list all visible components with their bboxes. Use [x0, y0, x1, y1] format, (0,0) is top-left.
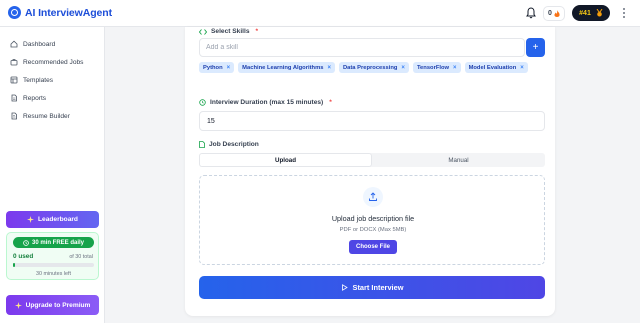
skill-tag: TensorFlow × — [412, 62, 461, 73]
add-skill-button[interactable]: + — [526, 38, 545, 57]
sparkle-icon — [27, 216, 35, 223]
skill-input[interactable] — [199, 38, 525, 57]
upload-title: Upload job description file — [331, 214, 415, 223]
resume-icon — [11, 112, 17, 120]
skill-tag: Machine Learning Algorithms × — [238, 62, 335, 73]
duration-label: Interview Duration (max 15 minutes) — [210, 99, 324, 106]
duration-input[interactable] — [199, 111, 545, 131]
sidebar-nav: Dashboard Recommended Jobs Templates Rep… — [0, 35, 105, 125]
skill-tag-label: Model Evaluation — [468, 64, 517, 71]
start-interview-label: Start Interview — [352, 283, 404, 292]
code-icon — [199, 28, 207, 35]
sidebar-item-label: Templates — [23, 76, 54, 84]
usage-panel: 30 min FREE daily 0 used of 30 total 30 … — [6, 232, 99, 280]
leaderboard-button[interactable]: Leaderboard — [6, 211, 99, 228]
sidebar-item-reports[interactable]: Reports — [0, 89, 105, 107]
tab-manual[interactable]: Manual — [372, 153, 545, 167]
free-daily-label: 30 min FREE daily — [31, 239, 85, 246]
start-interview-button[interactable]: Start Interview — [199, 276, 545, 299]
streak-count: 0 — [548, 10, 552, 17]
sidebar-item-label: Reports — [23, 94, 47, 102]
sidebar-item-resume-builder[interactable]: Resume Builder — [0, 107, 105, 125]
sidebar-item-label: Recommended Jobs — [23, 58, 84, 66]
required-mark: * — [255, 28, 259, 35]
total-count: of 30 total — [69, 254, 93, 260]
more-menu-icon[interactable] — [617, 6, 630, 20]
job-description-section-label: Job Description — [199, 141, 259, 148]
interview-setup-card: Select Skills * + Python × Machine Learnin… — [185, 27, 555, 316]
remove-tag-icon[interactable]: × — [453, 65, 457, 71]
remove-tag-icon[interactable]: × — [401, 65, 405, 71]
skill-tag: Python × — [199, 62, 235, 73]
bell-icon[interactable] — [526, 7, 536, 19]
upload-hint: PDF or DOCX (Max 5MB) — [339, 227, 407, 233]
sidebar-item-templates[interactable]: Templates — [0, 71, 105, 89]
sidebar-item-recommended-jobs[interactable]: Recommended Jobs — [0, 53, 105, 71]
minutes-left: 30 minutes left — [35, 271, 72, 277]
file-dropzone[interactable]: Upload job description file PDF or DOCX … — [199, 175, 545, 265]
brand-name: AI InterviewAgent — [25, 6, 112, 19]
upgrade-label: Upgrade to Premium — [25, 301, 91, 309]
sidebar-item-dashboard[interactable]: Dashboard — [0, 35, 105, 53]
clock-icon — [23, 239, 29, 246]
rank-value: #41 — [579, 9, 591, 17]
play-icon — [341, 284, 348, 291]
medal-icon — [596, 9, 603, 17]
job-description-label: Job Description — [209, 141, 259, 148]
skills-section-label: Select Skills * — [199, 28, 258, 35]
remove-tag-icon[interactable]: × — [227, 65, 231, 71]
document-icon — [199, 141, 205, 148]
report-icon — [11, 94, 17, 102]
free-daily-badge: 30 min FREE daily — [13, 237, 94, 248]
template-icon — [10, 76, 18, 84]
skill-tag-label: TensorFlow — [416, 64, 450, 71]
sidebar-item-label: Resume Builder — [23, 112, 70, 120]
briefcase-icon — [10, 59, 18, 66]
skill-tag-label: Machine Learning Algorithms — [242, 64, 324, 71]
tab-upload[interactable]: Upload — [199, 153, 372, 167]
skill-tag: Model Evaluation × — [464, 62, 528, 73]
required-mark: * — [329, 99, 332, 106]
skills-label: Select Skills — [211, 28, 250, 35]
duration-section-label: Interview Duration (max 15 minutes) * — [199, 99, 332, 106]
brand-logo-link[interactable]: AI InterviewAgent — [8, 6, 112, 19]
choose-file-button[interactable]: Choose File — [349, 240, 397, 254]
fire-icon — [554, 9, 560, 17]
upload-icon — [363, 187, 383, 207]
jd-tabs: Upload Manual — [199, 153, 545, 167]
remove-tag-icon[interactable]: × — [520, 65, 524, 71]
leaderboard-label: Leaderboard — [38, 216, 78, 223]
home-icon — [10, 40, 18, 48]
sidebar: Dashboard Recommended Jobs Templates Rep… — [0, 27, 105, 323]
skill-tag: Data Preprocessing × — [338, 62, 409, 73]
skill-tag-label: Python — [203, 64, 223, 71]
sparkle-icon — [14, 301, 22, 309]
selected-skills: Python × Machine Learning Algorithms × Dat… — [199, 62, 545, 73]
streak-badge[interactable]: 0 — [543, 6, 565, 21]
rank-badge[interactable]: #41 — [572, 5, 610, 21]
clock-icon — [199, 99, 206, 106]
skill-tag-label: Data Preprocessing — [342, 64, 398, 71]
top-bar: AI InterviewAgent 0 #41 — [0, 0, 640, 27]
usage-progress-fill — [13, 263, 16, 267]
used-count: 0 used — [13, 253, 34, 260]
sidebar-item-label: Dashboard — [23, 40, 56, 48]
upgrade-premium-button[interactable]: Upgrade to Premium — [6, 295, 99, 315]
logo-icon — [8, 6, 21, 19]
usage-progress-bar — [13, 263, 94, 267]
remove-tag-icon[interactable]: × — [327, 65, 331, 71]
